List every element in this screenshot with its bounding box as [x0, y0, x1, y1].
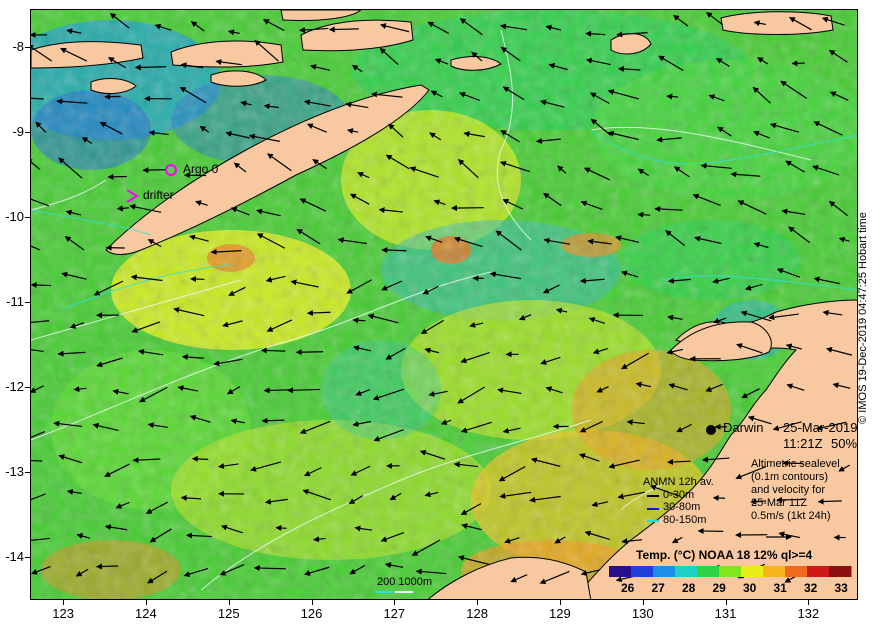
x-tick-label: 125 [217, 606, 240, 621]
y-tick-label: -9 [12, 124, 24, 140]
anmn-depth-1: 0-30m [663, 488, 695, 501]
colorbar-segment [807, 566, 830, 577]
colorbar-segment [741, 566, 764, 577]
colorbar-segment [653, 566, 676, 577]
colorbar-tick-label: 26 [621, 581, 635, 595]
colorbar-tick-label: 33 [834, 581, 848, 595]
colorbar-segment [609, 566, 632, 577]
velocity-arrow [295, 349, 324, 356]
colorbar-tick-label: 32 [804, 581, 818, 595]
percent-label: 50% [831, 436, 858, 451]
x-tick-label: 128 [466, 606, 488, 621]
colorbar-tick-label: 27 [651, 581, 665, 595]
anmn-title: ANMN 12h av. [643, 476, 714, 488]
y-tick-label: -14 [5, 549, 24, 565]
colorbar [609, 566, 852, 577]
y-tick-label: -11 [6, 294, 24, 310]
x-tick [145, 600, 147, 605]
velocity-arrow [637, 211, 651, 218]
x-tick [477, 600, 479, 605]
x-tick-label: 131 [714, 606, 737, 621]
x-tick-label: 132 [797, 606, 820, 621]
velocity-arrow [261, 417, 285, 424]
velocity-arrow [263, 387, 290, 394]
colorbar-tick-label: 30 [743, 581, 757, 595]
x-tick-label: 130 [631, 606, 654, 621]
island-north-8 [720, 11, 834, 35]
y-tick-label: -12 [5, 379, 24, 395]
colorbar-segment [675, 566, 698, 577]
sst-map[interactable] [31, 10, 858, 600]
y-tick [25, 387, 30, 389]
x-tick [559, 600, 561, 605]
velocity-arrow [328, 26, 359, 33]
colorbar-segment [631, 566, 654, 577]
velocity-arrow [107, 173, 127, 180]
anmn-legend: ANMN 12h av. 0-30m 30-80m 80-150m [643, 476, 714, 526]
date-label: 25-Mar-2019 [783, 420, 858, 435]
y-tick [25, 132, 30, 134]
scale-bar-label: 200 1000m [377, 576, 433, 588]
sealevel-line-3: and velocity for [751, 484, 825, 496]
colorbar-tick-label: 31 [773, 581, 787, 595]
x-tick-label: 127 [383, 606, 406, 621]
copyright-text: © IMOS 19-Dec-2019 04:47:25 Hobart time [857, 212, 869, 424]
anmn-depth-3: 80-150m [663, 513, 707, 526]
y-tick [25, 302, 30, 304]
y-tick [25, 217, 30, 219]
x-tick-label: 129 [549, 606, 571, 621]
y-tick-label: -13 [5, 464, 24, 480]
darwin-marker[interactable] [706, 425, 716, 435]
anmn-depth-2: 30-80m [663, 501, 701, 513]
velocity-arrow [95, 563, 119, 570]
x-tick [808, 600, 810, 605]
colorbar-tick-label: 28 [682, 581, 696, 595]
x-tick-label: 126 [300, 606, 323, 621]
x-tick [311, 600, 313, 605]
colorbar-segment [719, 566, 742, 577]
sealevel-line-2: (0.1m contours) [751, 471, 829, 483]
x-tick [228, 600, 230, 605]
x-tick [642, 600, 644, 605]
time-label: 11:21Z [783, 436, 823, 451]
colorbar-segment [829, 566, 852, 577]
y-tick-label: -8 [12, 39, 24, 55]
argo-label: Argo 0 [183, 162, 219, 176]
sealevel-line-4: 25-Mar 11Z [751, 497, 808, 509]
velocity-arrow [142, 167, 167, 174]
colorbar-segment [697, 566, 720, 577]
colorbar-segment [763, 566, 786, 577]
sealevel-line-5: 0.5m/s (1kt 24h) [751, 510, 831, 522]
x-tick-label: 123 [52, 606, 74, 621]
y-tick [25, 472, 30, 474]
velocity-arrow [381, 247, 407, 254]
x-tick [63, 600, 65, 605]
colorbar-title: Temp. (°C) NOAA 18 12% ql>=4 [636, 548, 813, 562]
velocity-arrow [191, 455, 209, 462]
colorbar-tick-label: 29 [712, 581, 726, 595]
velocity-arrow [260, 347, 286, 354]
sealevel-line-1: Altimetric sealevel [751, 458, 840, 470]
darwin-label: Darwin [723, 420, 764, 435]
y-tick [25, 47, 30, 49]
velocity-arrow [134, 64, 167, 71]
velocity-arrow [31, 281, 52, 288]
y-tick-label: -10 [5, 209, 24, 225]
colorbar-segment [785, 566, 808, 577]
x-tick [394, 600, 396, 605]
x-tick [725, 600, 727, 605]
sealevel-legend: Altimetric sealevel (0.1m contours) and … [751, 458, 840, 523]
x-tick-label: 124 [135, 606, 157, 621]
y-tick [25, 557, 30, 559]
drifter-label: drifter [143, 188, 174, 202]
map-frame: Argo 0 drifter Darwin 25-Mar-2019 11:21Z… [30, 9, 858, 600]
velocity-arrow [275, 525, 287, 531]
